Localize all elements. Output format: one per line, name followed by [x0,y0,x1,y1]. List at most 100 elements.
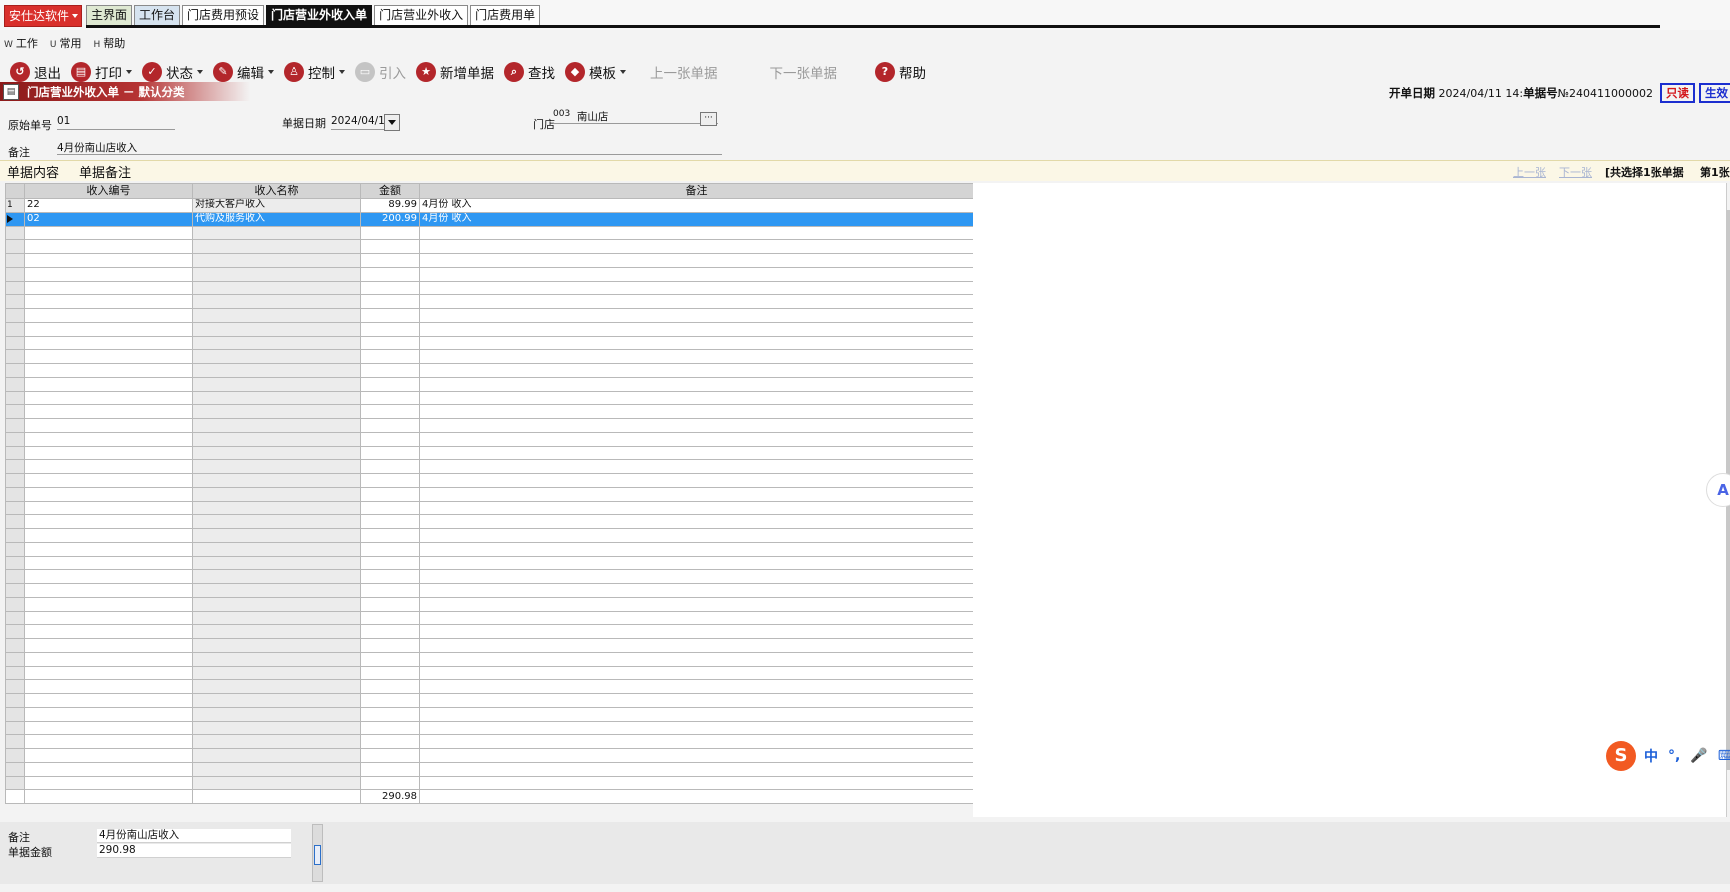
cell-name[interactable] [192,583,361,598]
cell-note[interactable] [419,486,974,502]
toolbar-button[interactable]: ↺ 退出 [10,60,61,84]
panel-splitter[interactable] [312,824,323,882]
cell-amount[interactable] [360,706,420,722]
table-row[interactable] [5,294,974,309]
cell-name[interactable] [192,308,361,323]
cell-amount[interactable] [360,734,420,749]
cell-note[interactable] [419,761,974,777]
cell-amount[interactable] [360,665,420,681]
cell-note[interactable] [419,266,974,282]
cell-amount[interactable]: 89.99 [360,198,420,213]
cell-amount[interactable] [360,720,420,736]
cell-name[interactable] [192,569,361,584]
cell-code[interactable] [24,541,193,557]
cell-note[interactable] [419,431,974,447]
cell-name[interactable] [192,473,361,488]
menu-item[interactable]: H 帮助 [94,35,126,51]
cell-name[interactable] [192,349,361,364]
table-row[interactable] [5,321,974,337]
tab-item[interactable]: 门店营业外收入 [374,5,469,26]
cell-note[interactable] [419,308,974,323]
cell-code[interactable] [24,253,193,268]
cell-name[interactable] [192,679,361,694]
cell-name[interactable] [192,459,361,474]
toolbar-button[interactable]: ▭ 引入 [355,60,406,84]
tab-item[interactable]: 工作台 [134,5,181,26]
table-row[interactable] [5,665,974,681]
cell-code[interactable] [24,651,193,667]
cell-name[interactable] [192,253,361,268]
toolbar-button[interactable]: ✓ 状态 [142,60,203,84]
cell-code[interactable] [24,624,193,639]
tab-item[interactable]: 门店营业外收入单 [266,5,373,26]
table-row[interactable] [5,734,974,749]
cell-code[interactable] [24,473,193,488]
cell-note[interactable] [419,390,974,406]
cell-amount[interactable]: 200.99 [360,211,420,227]
cell-code[interactable] [24,376,193,392]
cell-amount[interactable] [360,693,420,708]
cell-note[interactable] [419,445,974,461]
table-row[interactable] [5,376,974,392]
cell-code[interactable] [24,418,193,433]
cell-code[interactable] [24,761,193,777]
column-header[interactable]: 收入编号 [24,183,193,199]
table-row[interactable] [5,500,974,516]
cell-amount[interactable] [360,431,420,447]
toolbar-button[interactable]: ♙ 控制 [284,60,345,84]
cell-code[interactable]: 22 [24,198,193,213]
cell-note[interactable] [419,748,974,763]
cell-code[interactable] [24,308,193,323]
date-dropdown-button[interactable] [384,114,400,131]
tab-item[interactable]: 门店费用预设 [182,5,265,26]
cell-note[interactable] [419,253,974,268]
store-picker-button[interactable]: ··· [700,112,717,126]
cell-amount[interactable] [360,651,420,667]
keyboard-icon[interactable]: ⌨ [1718,748,1730,764]
table-row[interactable] [5,266,974,282]
cell-code[interactable] [24,431,193,447]
column-header[interactable]: 备注 [419,183,974,199]
cell-note[interactable] [419,473,974,488]
cell-note[interactable] [419,610,974,626]
toolbar-button[interactable]: 下一张单据 [770,60,838,84]
cell-amount[interactable] [360,555,420,571]
cell-note[interactable] [419,541,974,557]
cell-note[interactable] [419,555,974,571]
cell-code[interactable] [24,555,193,571]
cell-note[interactable] [419,775,974,791]
cell-amount[interactable] [360,225,420,241]
cell-name[interactable] [192,266,361,282]
table-row[interactable] [5,583,974,598]
cell-note[interactable] [419,569,974,584]
cell-amount[interactable] [360,541,420,557]
cell-name[interactable] [192,321,361,337]
table-row[interactable] [5,596,974,612]
cell-name[interactable] [192,294,361,309]
cell-name[interactable] [192,390,361,406]
cell-code[interactable] [24,500,193,516]
cell-name[interactable]: 对接大客户收入 [192,198,361,213]
toolbar-button[interactable]: ✎ 编辑 [213,60,274,84]
tab-doc-remark[interactable]: 单据备注 [79,162,131,181]
cell-name[interactable] [192,761,361,777]
cell-code[interactable] [24,610,193,626]
remark-field[interactable]: 4月份南山店收入 [57,140,722,155]
cell-amount[interactable] [360,308,420,323]
microphone-icon[interactable]: 🎤 [1690,748,1707,764]
cell-code[interactable] [24,706,193,722]
cell-note[interactable] [419,665,974,681]
cell-code[interactable] [24,335,193,351]
toolbar-button[interactable]: ? 帮助 [875,60,926,84]
cell-code[interactable] [24,459,193,474]
cell-note[interactable] [419,335,974,351]
table-row[interactable] [5,445,974,461]
table-row[interactable]: 1 22 对接大客户收入 89.99 4月份 收入 [5,198,974,213]
table-row[interactable] [5,363,974,378]
cell-name[interactable] [192,376,361,392]
cell-code[interactable] [24,569,193,584]
cell-note[interactable] [419,459,974,474]
column-header[interactable]: 收入名称 [192,183,361,199]
cell-name[interactable] [192,431,361,447]
table-row[interactable] [5,775,974,791]
